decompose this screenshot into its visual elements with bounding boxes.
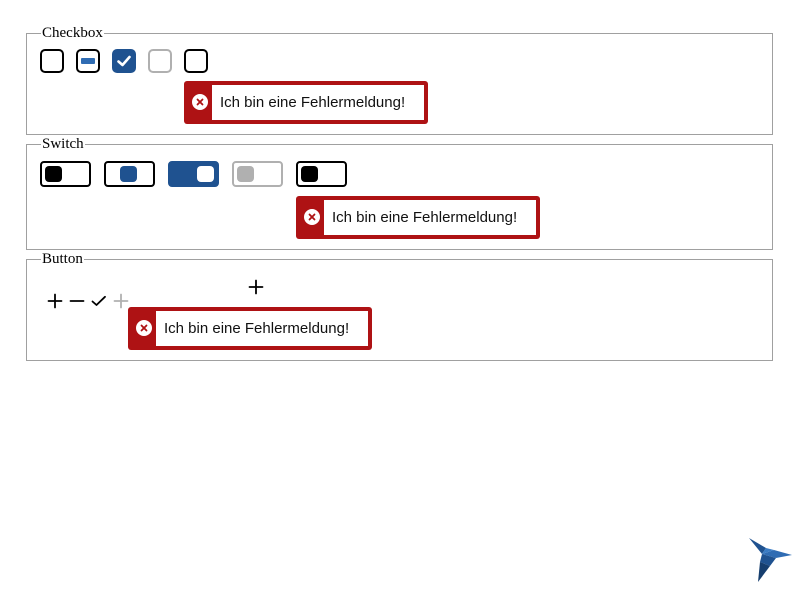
plus-icon	[113, 293, 129, 309]
switch-legend: Switch	[42, 136, 84, 152]
checkbox-disabled	[148, 49, 172, 73]
checkbox-indeterminate[interactable]	[76, 49, 100, 73]
plus-button-top[interactable]	[247, 278, 265, 296]
error-message: Ich bin eine Fehlermeldung!	[212, 85, 424, 120]
switch-off[interactable]	[40, 161, 91, 187]
switch-knob	[120, 166, 137, 182]
plus-icon	[47, 293, 63, 309]
minus-icon	[69, 300, 85, 302]
switch-error-tooltip: Ich bin eine Fehlermeldung!	[296, 196, 540, 239]
error-icon	[192, 94, 208, 110]
switch-knob	[301, 166, 318, 182]
switch-disabled	[232, 161, 283, 187]
switch-knob	[237, 166, 254, 182]
error-message: Ich bin eine Fehlermeldung!	[324, 200, 536, 235]
indeterminate-icon	[81, 58, 95, 64]
check-button[interactable]	[90, 292, 108, 310]
switch-knob	[45, 166, 62, 182]
plus-button-disabled	[112, 292, 130, 310]
checkmark-icon	[117, 55, 131, 67]
hummingbird-logo-icon	[749, 538, 792, 582]
checkbox-checked[interactable]	[112, 49, 136, 73]
error-icon	[136, 320, 152, 336]
switch-focused[interactable]	[104, 161, 155, 187]
checkbox-unchecked[interactable]	[40, 49, 64, 73]
switch-knob	[197, 166, 214, 182]
error-message: Ich bin eine Fehlermeldung!	[156, 311, 368, 346]
checkbox-legend: Checkbox	[42, 25, 103, 41]
switch-error[interactable]	[296, 161, 347, 187]
checkbox-error[interactable]	[184, 49, 208, 73]
plus-button[interactable]	[46, 292, 64, 310]
button-legend: Button	[42, 251, 83, 267]
switch-on[interactable]	[168, 161, 219, 187]
checkbox-error-tooltip: Ich bin eine Fehlermeldung!	[184, 81, 428, 124]
minus-button[interactable]	[68, 292, 86, 310]
plus-icon	[248, 279, 264, 295]
button-error-tooltip: Ich bin eine Fehlermeldung!	[128, 307, 372, 350]
checkmark-icon	[91, 295, 106, 306]
error-icon	[304, 209, 320, 225]
